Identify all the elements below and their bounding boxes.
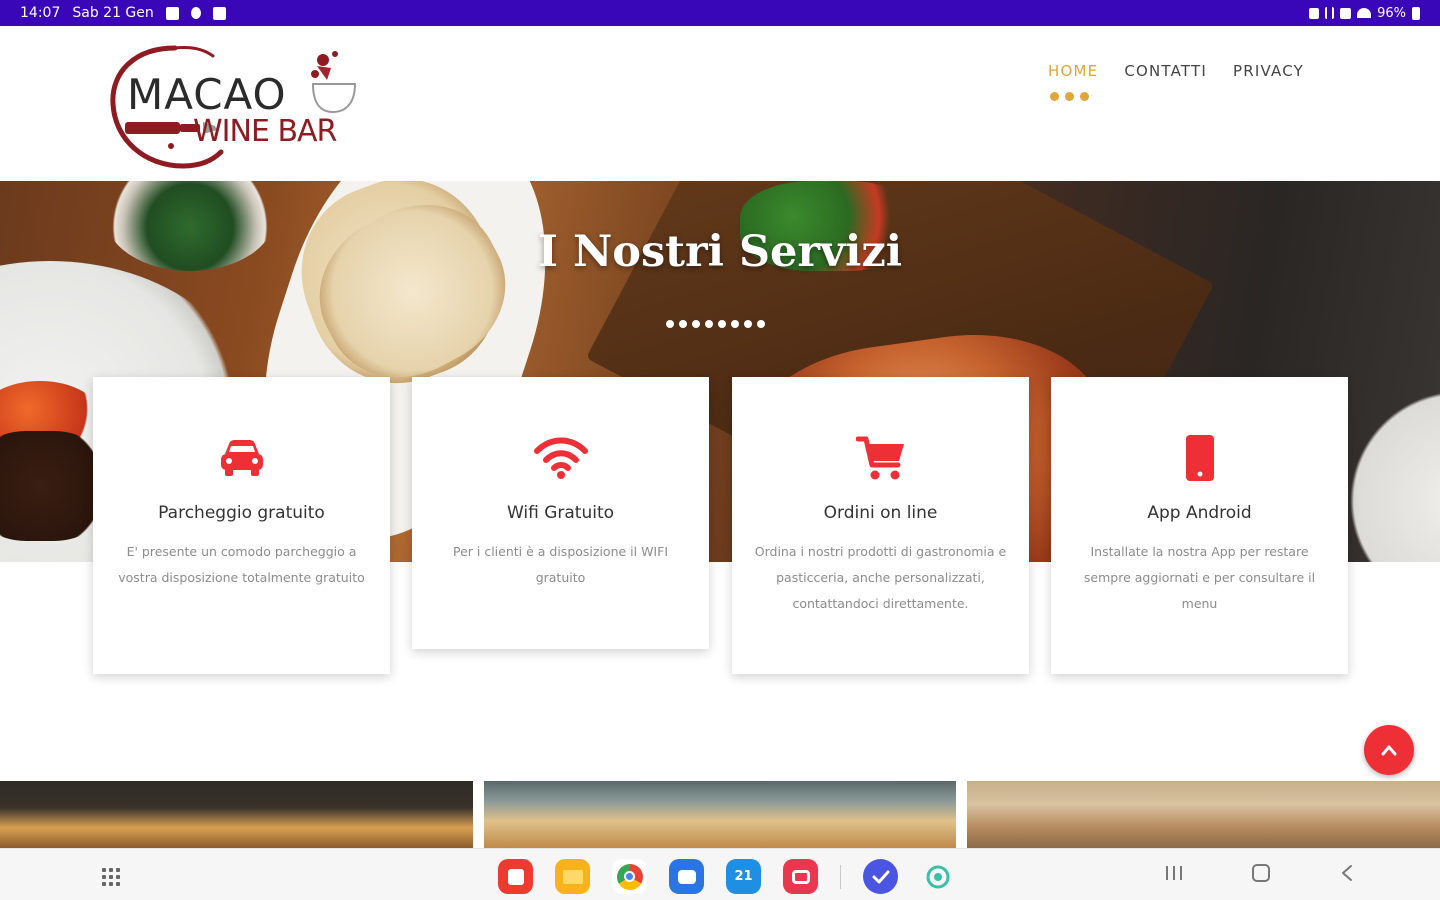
dock-separator bbox=[840, 864, 841, 889]
calendar-app-icon[interactable]: 21 bbox=[726, 859, 761, 894]
status-bar: 14:07 Sab 21 Gen 96% bbox=[0, 0, 1440, 26]
gallery-photo-counter[interactable] bbox=[0, 781, 473, 848]
nav-contatti[interactable]: CONTATTI bbox=[1124, 62, 1207, 80]
chevron-up-icon bbox=[1381, 745, 1397, 756]
calendar-day: 21 bbox=[734, 869, 753, 884]
logo-text-wine-bar: WINE BAR bbox=[193, 114, 337, 149]
smartphone-icon bbox=[1051, 435, 1348, 481]
battery-icon bbox=[1412, 6, 1420, 20]
section-title: I Nostri Servizi bbox=[537, 227, 903, 277]
service-description: Per i clienti è a disposizione il WIFI g… bbox=[452, 544, 668, 585]
location-notification-icon bbox=[190, 7, 201, 19]
messages-app-icon[interactable] bbox=[669, 859, 704, 894]
nav-privacy[interactable]: PRIVACY bbox=[1233, 62, 1304, 80]
logo-text-macao: MACAO bbox=[127, 70, 287, 119]
app-notification-icon bbox=[212, 6, 226, 20]
back-button[interactable] bbox=[1339, 864, 1355, 887]
nav-home[interactable]: HOME bbox=[1048, 62, 1098, 80]
status-date: Sab 21 Gen bbox=[72, 5, 154, 21]
app-dock: 21 bbox=[498, 859, 955, 894]
service-card-wifi: Wifi Gratuito Per i clienti è a disposiz… bbox=[412, 377, 709, 649]
service-card-android-app: App Android Installate la nostra App per… bbox=[1051, 377, 1348, 674]
ai-app-icon[interactable] bbox=[920, 859, 955, 894]
service-description: Installate la nostra App per restare sem… bbox=[1083, 544, 1316, 611]
status-time: 14:07 bbox=[20, 5, 61, 21]
service-title: Ordini on line bbox=[823, 503, 938, 523]
photo-gallery bbox=[0, 781, 1440, 848]
wifi-signal-icon bbox=[1357, 8, 1372, 18]
service-description: Ordina i nostri prodotti di gastronomia … bbox=[754, 544, 1007, 611]
tasks-app-icon[interactable] bbox=[863, 859, 898, 894]
service-card-orders: Ordini on line Ordina i nostri prodotti … bbox=[732, 377, 1029, 674]
scroll-to-top-button[interactable] bbox=[1364, 725, 1414, 775]
wifi-icon bbox=[412, 435, 709, 481]
gallery-photo-pastries[interactable] bbox=[483, 781, 957, 848]
gallery-photo-bakery[interactable] bbox=[967, 781, 1440, 848]
home-button[interactable] bbox=[1251, 864, 1271, 887]
service-title: Parcheggio gratuito bbox=[158, 503, 325, 523]
site-header: MACAO WINE BAR HOME CONTATTI PRIVACY bbox=[0, 26, 1440, 181]
service-title: App Android bbox=[1147, 503, 1252, 523]
cart-icon bbox=[732, 435, 1029, 481]
main-nav: HOME CONTATTI PRIVACY bbox=[1048, 62, 1304, 80]
macao-wine-bar-logo[interactable]: MACAO WINE BAR bbox=[105, 42, 365, 172]
recent-apps-button[interactable] bbox=[1164, 864, 1184, 887]
gallery-notification-icon bbox=[165, 6, 179, 20]
notes-app-icon[interactable] bbox=[498, 859, 533, 894]
files-app-icon[interactable] bbox=[555, 859, 590, 894]
title-divider-dots bbox=[666, 320, 765, 328]
service-card-parking: Parcheggio gratuito E' presente un comod… bbox=[93, 377, 390, 674]
bluetooth-icon bbox=[1325, 7, 1335, 19]
mute-icon bbox=[1340, 7, 1352, 19]
car-icon bbox=[93, 435, 390, 481]
android-taskbar: 21 bbox=[0, 848, 1440, 900]
screen-recorder-app-icon[interactable] bbox=[783, 859, 818, 894]
service-description: E' presente un comodo parcheggio a vostr… bbox=[118, 544, 365, 585]
app-drawer-icon[interactable] bbox=[102, 868, 120, 886]
alarm-icon bbox=[1309, 7, 1320, 19]
service-title: Wifi Gratuito bbox=[506, 503, 615, 523]
battery-level: 96% bbox=[1377, 5, 1406, 21]
nav-active-indicator bbox=[1050, 92, 1089, 101]
chrome-app-icon[interactable] bbox=[612, 859, 647, 894]
